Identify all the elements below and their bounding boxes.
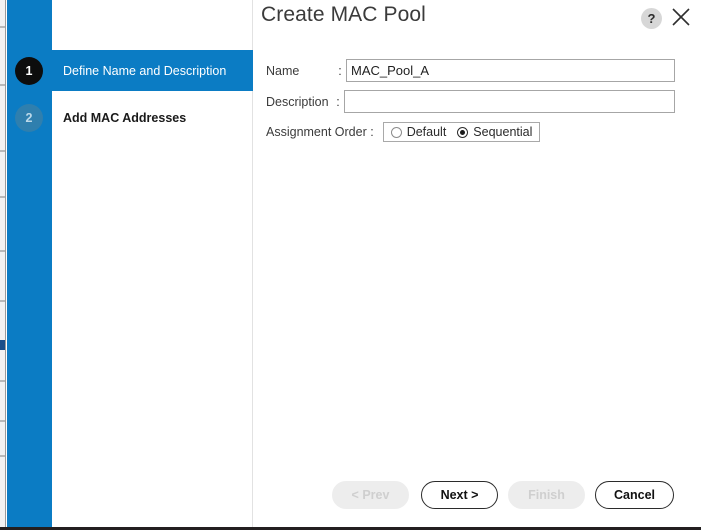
name-field-row: Name : <box>254 55 701 86</box>
description-input[interactable] <box>344 90 675 113</box>
sidebar-item-add-mac-addresses[interactable]: 2 Add MAC Addresses <box>7 97 253 138</box>
background-page-edge <box>0 0 6 527</box>
mac-pool-form: Name : Description : Assignment Order : … <box>254 55 701 147</box>
sidebar-item-label-2: Add MAC Addresses <box>63 110 187 125</box>
dialog-content: Create MAC Pool ? Name : Description : <box>254 0 701 527</box>
description-field-row: Description : <box>254 86 701 117</box>
name-input[interactable] <box>346 59 675 82</box>
wizard-step-list: 1 Define Name and Description 2 Add MAC … <box>7 0 253 527</box>
radio-option-sequential[interactable]: Sequential <box>457 125 532 139</box>
create-mac-pool-dialog: 1 Define Name and Description 2 Add MAC … <box>0 0 701 530</box>
description-label: Description <box>266 94 329 109</box>
radio-dot-default <box>390 126 402 138</box>
step-number-badge-2: 2 <box>15 103 43 132</box>
description-separator: : <box>336 94 340 109</box>
name-label: Name <box>266 63 300 78</box>
radio-label-sequential: Sequential <box>473 125 533 139</box>
step-number-badge-1: 1 <box>15 56 43 85</box>
finish-button[interactable]: Finish <box>508 481 585 509</box>
close-icon[interactable] <box>669 5 693 29</box>
name-separator: : <box>338 63 342 78</box>
cancel-button[interactable]: Cancel <box>595 481 674 509</box>
assignment-order-row: Assignment Order : Default Sequential <box>254 117 701 147</box>
radio-dot-sequential <box>457 126 469 138</box>
radio-option-default[interactable]: Default <box>390 125 447 139</box>
next-button[interactable]: Next > <box>421 481 498 509</box>
dialog-footer: < Prev Next > Finish Cancel <box>254 481 701 509</box>
prev-button[interactable]: < Prev <box>332 481 409 509</box>
sidebar-item-label-1: Define Name and Description <box>63 63 227 78</box>
assignment-order-radio-group: Default Sequential <box>382 122 541 142</box>
assignment-order-label: Assignment Order : <box>266 125 374 139</box>
sidebar-item-define-name-and-description[interactable]: 1 Define Name and Description <box>7 50 253 91</box>
dialog-titlebar: Create MAC Pool ? <box>254 0 701 40</box>
page-title: Create MAC Pool <box>261 3 426 26</box>
radio-label-default: Default <box>406 125 447 139</box>
help-icon[interactable]: ? <box>641 8 662 29</box>
